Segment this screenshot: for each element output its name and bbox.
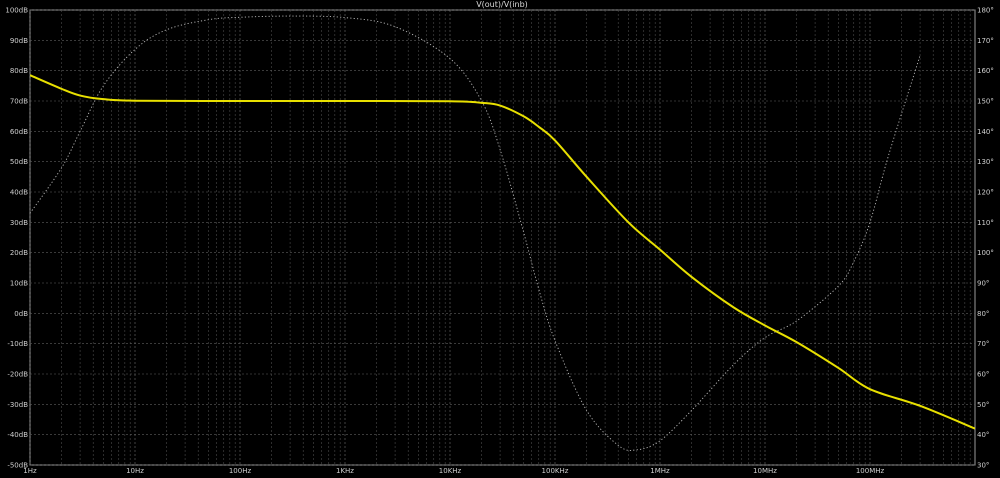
y-left-tick-label: -30dB xyxy=(7,401,28,409)
y-left-tick-label: 100dB xyxy=(5,7,28,15)
x-tick-label: 100MHz xyxy=(856,467,885,475)
y-right-tick-label: 140° xyxy=(977,128,994,136)
y-left-tick-label: -20dB xyxy=(7,371,28,379)
y-right-tick-label: 60° xyxy=(977,371,989,379)
y-right-tick-label: 170° xyxy=(977,37,994,45)
chart-title: V(out)/V(inb) xyxy=(476,0,528,9)
y-right-tick-label: 30° xyxy=(977,462,989,470)
x-tick-label: 10MHz xyxy=(753,467,777,475)
y-left-tick-label: 80dB xyxy=(10,67,28,75)
y-right-tick-label: 90° xyxy=(977,280,989,288)
y-right-tick-label: 70° xyxy=(977,340,989,348)
x-tick-label: 100KHz xyxy=(542,467,569,475)
y-left-tick-label: 90dB xyxy=(10,37,28,45)
y-left-tick-label: -40dB xyxy=(7,431,28,439)
y-left-tick-label: 0dB xyxy=(14,310,28,318)
y-left-tick-label: 30dB xyxy=(10,219,28,227)
y-left-tick-label: 60dB xyxy=(10,128,28,136)
y-right-tick-label: 180° xyxy=(977,7,994,15)
y-left-tick-label: 40dB xyxy=(10,189,28,197)
y-left-tick-label: -50dB xyxy=(7,462,28,470)
y-right-tick-label: 100° xyxy=(977,249,994,257)
y-right-tick-label: 120° xyxy=(977,189,994,197)
x-tick-label: 1KHz xyxy=(336,467,354,475)
y-left-tick-label: 70dB xyxy=(10,98,28,106)
y-left-tick-label: 20dB xyxy=(10,249,28,257)
y-left-tick-label: 10dB xyxy=(10,280,28,288)
y-right-tick-label: 130° xyxy=(977,158,994,166)
y-left-tick-label: -10dB xyxy=(7,340,28,348)
plot-area xyxy=(29,9,976,466)
x-tick-label: 1MHz xyxy=(650,467,670,475)
x-tick-label: 10Hz xyxy=(126,467,144,475)
y-right-tick-label: 110° xyxy=(977,219,994,227)
bode-plot: 1Hz 10Hz 100Hz 1KHz 10KHz 100KHz 1MHz 10MHz 100M… xyxy=(5,0,994,475)
y-right-tick-label: 40° xyxy=(977,431,989,439)
y-right-tick-label: 150° xyxy=(977,98,994,106)
y-right-tick-label: 160° xyxy=(977,67,994,75)
y-right-tick-label: 80° xyxy=(977,310,989,318)
x-tick-label: 10KHz xyxy=(439,467,462,475)
y-right-tick-label: 50° xyxy=(977,401,989,409)
y-left-tick-label: 50dB xyxy=(10,158,28,166)
x-tick-label: 100Hz xyxy=(229,467,252,475)
